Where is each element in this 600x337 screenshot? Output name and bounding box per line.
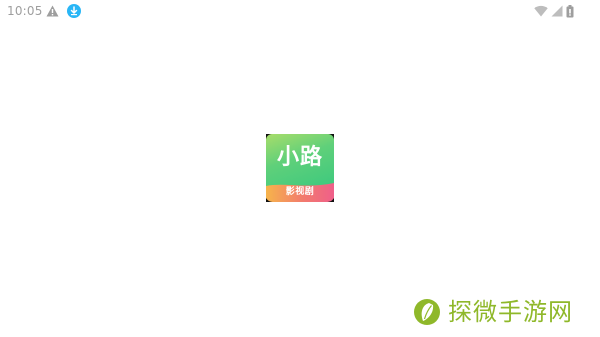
- logo-title: 小路: [276, 145, 323, 170]
- wifi-icon: [534, 5, 548, 17]
- status-time: 10:05: [7, 4, 43, 18]
- status-icons: [534, 4, 574, 18]
- download-icon: [67, 4, 81, 18]
- watermark: 探微手游网: [412, 296, 573, 328]
- app-logo: 小路 影视剧: [266, 134, 334, 202]
- watermark-text: 探微手游网: [448, 298, 573, 326]
- warning-icon: [46, 5, 59, 17]
- leaf-logo-icon: [414, 299, 440, 325]
- battery-icon: [566, 4, 574, 17]
- logo-subtitle: 影视剧: [285, 187, 315, 197]
- signal-icon: [551, 5, 563, 17]
- status-bar: 10:05: [0, 0, 600, 24]
- splash-screen: 10:05 小路 影视剧 探微手游网: [0, 0, 600, 337]
